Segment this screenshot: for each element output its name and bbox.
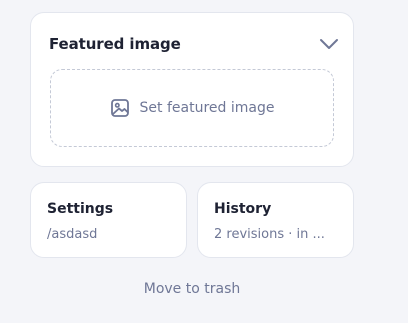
set-featured-image-content: Set featured image <box>110 98 275 118</box>
history-title: History <box>214 201 272 217</box>
featured-image-panel: Featured image Set featured image <box>30 12 354 167</box>
history-revisions: 2 revisions · in ... <box>214 227 325 242</box>
chevron-down-icon[interactable] <box>319 36 339 50</box>
move-to-trash-button[interactable]: Move to trash <box>30 281 354 297</box>
history-card[interactable]: History 2 revisions · in ... <box>197 182 354 258</box>
set-featured-image-button[interactable]: Set featured image <box>50 69 334 147</box>
settings-card[interactable]: Settings /asdasd <box>30 182 187 258</box>
featured-image-title: Featured image <box>49 35 181 53</box>
settings-slug: /asdasd <box>47 227 98 242</box>
set-featured-image-label: Set featured image <box>139 100 275 116</box>
settings-title: Settings <box>47 201 114 217</box>
image-icon <box>110 98 130 118</box>
